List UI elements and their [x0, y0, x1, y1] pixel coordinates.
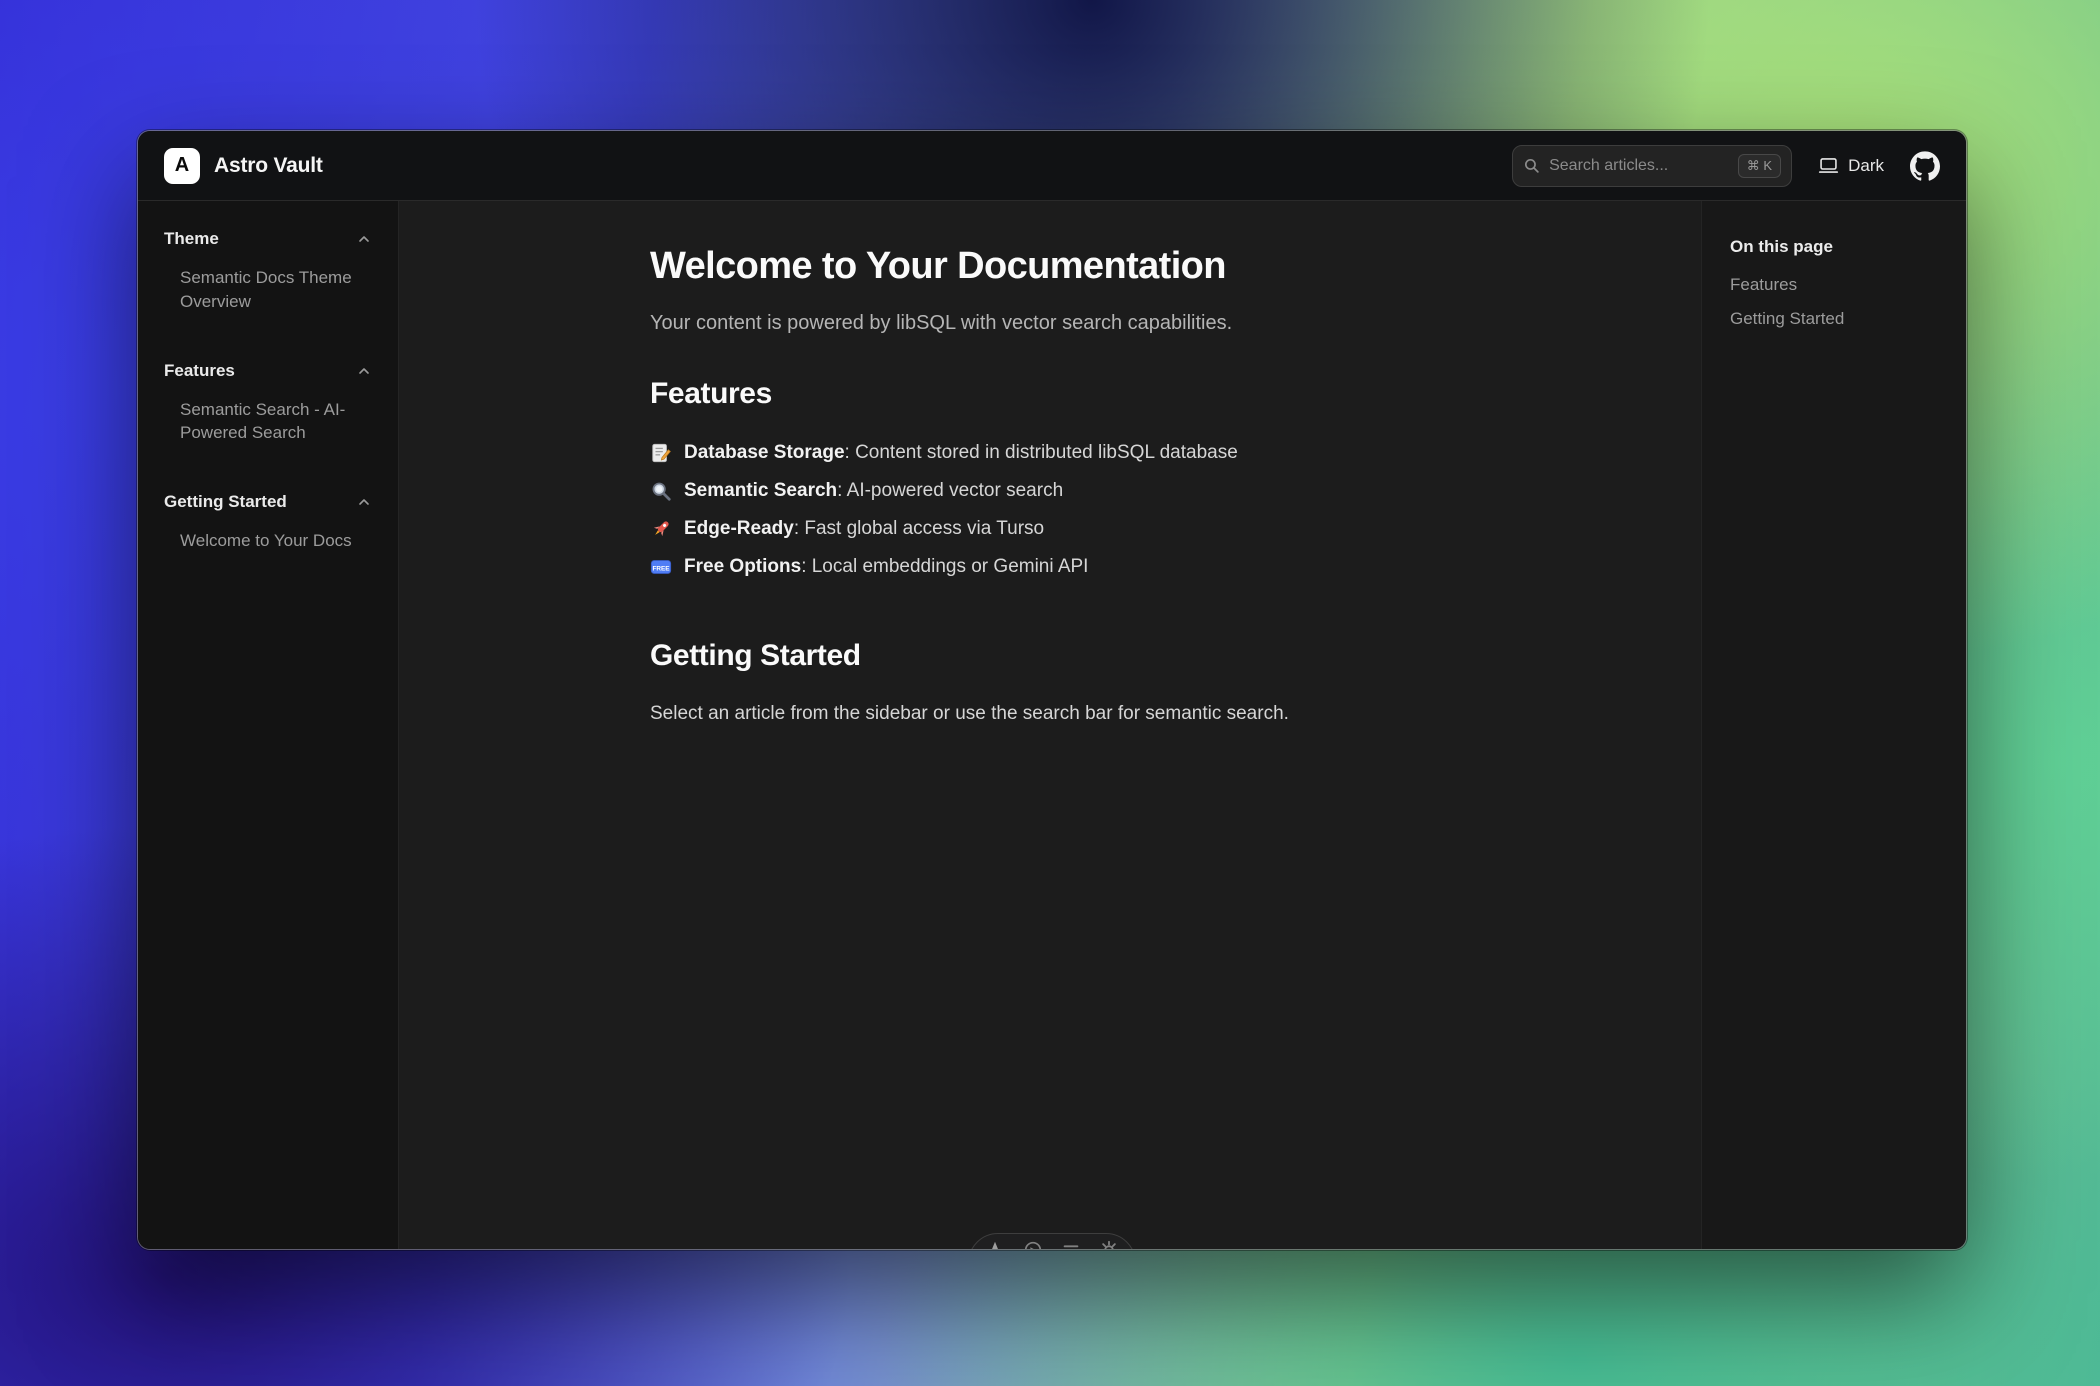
sidebar-item-semantic-docs-theme-overview[interactable]: Semantic Docs Theme Overview [164, 261, 372, 319]
feature-text: Semantic Search: AI-powered vector searc… [684, 475, 1063, 507]
feature-item-free-options: FREE Free Options: Local embeddings or G… [650, 551, 1450, 589]
app-title: Astro Vault [214, 154, 323, 178]
features-list: Database Storage: Content stored in dist… [650, 437, 1450, 589]
search-icon [1523, 157, 1540, 174]
dev-toolbar [968, 1233, 1136, 1249]
header: A Astro Vault ⌘ K Dark [138, 131, 1966, 201]
search-shortcut-badge: ⌘ K [1738, 154, 1781, 178]
github-link[interactable] [1910, 151, 1940, 181]
sidebar-section-theme-toggle[interactable]: Theme [164, 229, 372, 249]
theme-toggle-button[interactable]: Dark [1818, 155, 1884, 176]
sidebar-section-title: Getting Started [164, 492, 287, 512]
chevron-up-icon [356, 231, 372, 247]
astro-icon[interactable] [984, 1239, 1006, 1249]
sidebar-item-semantic-search[interactable]: Semantic Search - AI-Powered Search [164, 393, 372, 451]
menu-icon[interactable] [1060, 1239, 1082, 1249]
features-heading: Features [650, 377, 1450, 411]
memo-icon [650, 437, 674, 475]
sidebar-section-title: Theme [164, 229, 219, 249]
feature-text: Database Storage: Content stored in dist… [684, 437, 1238, 469]
getting-started-text: Select an article from the sidebar or us… [650, 699, 1450, 729]
article: Welcome to Your Documentation Your conte… [630, 201, 1470, 729]
sidebar-section-title: Features [164, 361, 235, 381]
feature-item-edge-ready: Edge-Ready: Fast global access via Turso [650, 513, 1450, 551]
sidebar-item-welcome-to-your-docs[interactable]: Welcome to Your Docs [164, 524, 372, 558]
search-box[interactable]: ⌘ K [1512, 145, 1792, 187]
getting-started-heading: Getting Started [650, 639, 1450, 673]
free-icon: FREE [650, 551, 674, 589]
sidebar-section-getting-started-toggle[interactable]: Getting Started [164, 492, 372, 512]
feature-text: Edge-Ready: Fast global access via Turso [684, 513, 1044, 545]
page-title: Welcome to Your Documentation [650, 245, 1450, 288]
inspect-icon[interactable] [1022, 1239, 1044, 1249]
app-logo-letter: A [175, 154, 189, 177]
window-body: Theme Semantic Docs Theme Overview Featu… [138, 201, 1966, 1249]
feature-item-database-storage: Database Storage: Content stored in dist… [650, 437, 1450, 475]
page-intro: Your content is powered by libSQL with v… [650, 312, 1450, 335]
sidebar-section-features-toggle[interactable]: Features [164, 361, 372, 381]
toc-link-getting-started[interactable]: Getting Started [1730, 309, 1946, 329]
search-input[interactable] [1549, 157, 1729, 175]
rocket-icon [650, 513, 674, 551]
app-logo: A [164, 148, 200, 184]
brand[interactable]: A Astro Vault [164, 148, 323, 184]
toc-link-features[interactable]: Features [1730, 275, 1946, 295]
sidebar: Theme Semantic Docs Theme Overview Featu… [138, 201, 399, 1249]
github-icon [1910, 151, 1940, 181]
settings-icon[interactable] [1098, 1239, 1120, 1249]
magnifier-icon [650, 475, 674, 513]
sidebar-section-theme: Theme Semantic Docs Theme Overview [164, 229, 372, 319]
app-window: A Astro Vault ⌘ K Dark [138, 131, 1966, 1249]
main-content: Welcome to Your Documentation Your conte… [399, 201, 1701, 1249]
svg-text:FREE: FREE [652, 565, 670, 572]
feature-text: Free Options: Local embeddings or Gemini… [684, 551, 1088, 583]
toc: On this page Features Getting Started [1701, 201, 1966, 1249]
sidebar-section-features: Features Semantic Search - AI-Powered Se… [164, 361, 372, 451]
header-actions: ⌘ K Dark [1512, 145, 1940, 187]
sidebar-section-getting-started: Getting Started Welcome to Your Docs [164, 492, 372, 558]
theme-icon [1818, 155, 1839, 176]
theme-toggle-label: Dark [1848, 156, 1884, 176]
chevron-up-icon [356, 363, 372, 379]
feature-item-semantic-search: Semantic Search: AI-powered vector searc… [650, 475, 1450, 513]
chevron-up-icon [356, 494, 372, 510]
toc-title: On this page [1730, 237, 1946, 257]
